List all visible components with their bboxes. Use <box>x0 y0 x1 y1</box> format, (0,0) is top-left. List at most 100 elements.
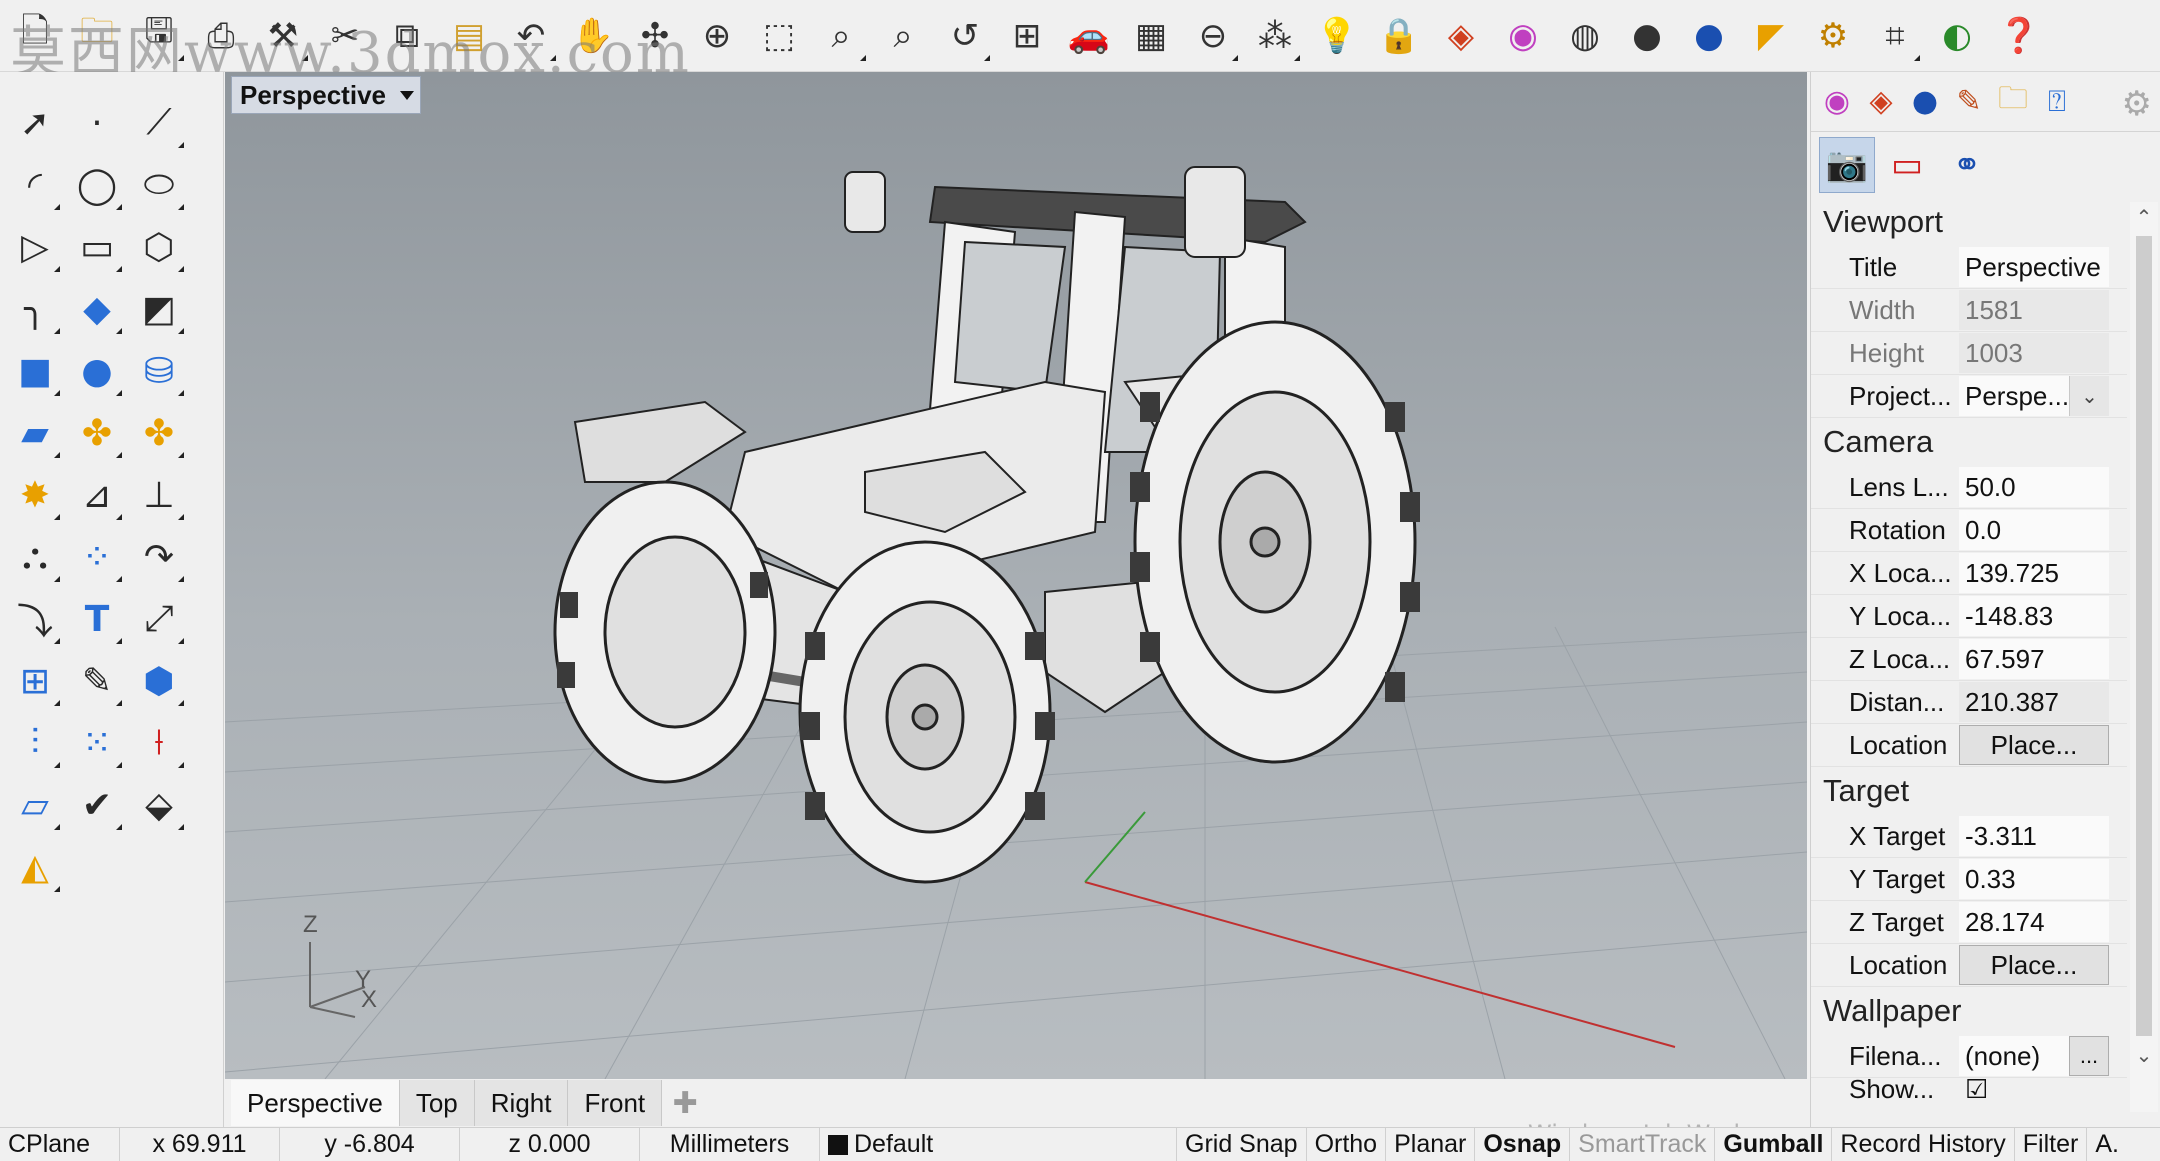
offset-icon[interactable]: ⤵ <box>6 590 64 648</box>
filter-toggle[interactable]: Filter <box>2015 1127 2088 1161</box>
color-wheel-icon[interactable]: ◉ <box>1496 9 1550 63</box>
cplane-icon[interactable]: ⊖ <box>1186 9 1240 63</box>
box-icon[interactable]: ■ <box>6 342 64 400</box>
scroll-thumb[interactable] <box>2136 236 2152 1036</box>
sphere-shaded-icon[interactable]: ● <box>1620 9 1674 63</box>
checkbox-icon[interactable]: ☑ <box>1965 1078 1988 1100</box>
copy-icon[interactable]: ⧉ <box>380 9 434 63</box>
cplane-label[interactable]: CPlane <box>0 1127 120 1161</box>
fillet-icon[interactable]: ╮ <box>6 280 64 338</box>
explode-icon[interactable]: ✸ <box>6 466 64 524</box>
point-icon[interactable]: ⁂ <box>1248 9 1302 63</box>
print-icon[interactable]: ⎙ <box>194 9 248 63</box>
sphere-blue-icon[interactable]: ● <box>1682 9 1736 63</box>
circle-icon[interactable]: ◯ <box>68 156 126 214</box>
ortho-toggle[interactable]: Ortho <box>1307 1127 1387 1161</box>
cut-icon[interactable]: ✂ <box>318 9 372 63</box>
layer-icon[interactable]: ◈ <box>1861 82 1901 122</box>
scroll-up-icon[interactable]: ⌃ <box>2130 202 2158 232</box>
puzzle-2-icon[interactable]: ✤ <box>130 404 188 462</box>
trim-icon[interactable]: ⊿ <box>68 466 126 524</box>
title-field[interactable]: Perspective <box>1959 247 2109 287</box>
projection-select[interactable]: Perspe... ⌄ <box>1959 376 2109 416</box>
tab-top[interactable]: Top <box>399 1080 475 1126</box>
lightbulb-icon[interactable]: 💡 <box>1310 9 1364 63</box>
point-icon[interactable]: · <box>68 94 126 152</box>
dots-grid-icon[interactable]: ⁙ <box>68 714 126 772</box>
dimension-icon[interactable]: ⫶ <box>6 714 64 772</box>
grid-snap-toggle[interactable]: Grid Snap <box>1177 1127 1307 1161</box>
truncated-status[interactable]: A. <box>2087 1128 2127 1161</box>
sweep-icon[interactable]: ↷ <box>130 528 188 586</box>
x-target-field[interactable]: -3.311 <box>1959 816 2109 856</box>
folder-icon[interactable]: 🗀 <box>1993 81 2033 122</box>
split-icon[interactable]: ⊥ <box>130 466 188 524</box>
rotation-field[interactable]: 0.0 <box>1959 510 2109 550</box>
render-icon[interactable]: ◭ <box>6 838 64 896</box>
lock-icon[interactable]: 🔒 <box>1372 9 1426 63</box>
tab-perspective[interactable]: Perspective <box>231 1080 400 1126</box>
color-wheel-icon[interactable]: ◉ <box>1817 82 1857 122</box>
edit-pen-icon[interactable]: ✎ <box>68 652 126 710</box>
solid-box-icon[interactable]: ⬢ <box>130 652 188 710</box>
globe-icon[interactable]: ◐ <box>1930 9 1984 63</box>
zoom-dynamic-icon[interactable]: ⊕ <box>690 9 744 63</box>
z-target-field[interactable]: 28.174 <box>1959 902 2109 942</box>
open-folder-icon[interactable]: 🗀 <box>70 9 124 63</box>
z-location-field[interactable]: 67.597 <box>1959 639 2109 679</box>
plane-surface-icon[interactable]: ▰ <box>6 404 64 462</box>
material-ball-icon[interactable]: ● <box>1905 82 1945 122</box>
units-label[interactable]: Millimeters <box>640 1127 820 1161</box>
transform-icon[interactable]: ⟊ <box>130 714 188 772</box>
chevron-down-icon[interactable]: ⌄ <box>2069 376 2109 416</box>
gumball-toggle[interactable]: Gumball <box>1715 1127 1833 1161</box>
wallpaper-filename-field[interactable]: (none) ... <box>1959 1036 2109 1076</box>
polyline-icon[interactable]: ⟋ <box>130 94 188 152</box>
scale-icon[interactable]: ⤢ <box>130 590 188 648</box>
rotate-view-icon[interactable]: ✣ <box>628 9 682 63</box>
y-location-field[interactable]: -148.83 <box>1959 596 2109 636</box>
y-target-field[interactable]: 0.33 <box>1959 859 2109 899</box>
ellipse-icon[interactable]: ⬭ <box>130 156 188 214</box>
lens-length-field[interactable]: 50.0 <box>1959 467 2109 507</box>
boolean-union-icon[interactable]: ● <box>68 342 126 400</box>
brush-icon[interactable]: ✎ <box>1949 82 1989 122</box>
undo-view-icon[interactable]: ↺ <box>938 9 992 63</box>
pan-hand-icon[interactable]: ✋ <box>566 9 620 63</box>
panel-scrollbar[interactable]: ⌃ ⌄ <box>2130 202 2158 1112</box>
new-file-icon[interactable]: 🗋 <box>8 9 62 63</box>
solid-tools-icon[interactable]: ⬙ <box>130 776 188 834</box>
cylinder-icon[interactable]: ⛁ <box>130 342 188 400</box>
gear-icon[interactable]: ⚙ <box>2122 84 2152 124</box>
zoom-selected-icon[interactable]: ⌕ <box>876 9 930 63</box>
hammer-icon[interactable]: ⚒ <box>256 9 310 63</box>
help-window-icon[interactable]: ⍰ <box>2037 82 2077 122</box>
extrude-icon[interactable]: ▱ <box>6 776 64 834</box>
polygon-icon[interactable]: ⬡ <box>130 218 188 276</box>
curve-icon[interactable]: ▷ <box>6 218 64 276</box>
four-viewports-icon[interactable]: ⊞ <box>1000 9 1054 63</box>
car-icon[interactable]: 🚗 <box>1062 9 1116 63</box>
save-icon[interactable]: 🖫 <box>132 9 186 63</box>
show-checkbox[interactable]: ☑ <box>1959 1078 2109 1100</box>
layer-indicator[interactable]: Default <box>820 1127 1177 1161</box>
settings-gear-icon[interactable]: ⚙ <box>1806 9 1860 63</box>
tab-right[interactable]: Right <box>474 1080 569 1126</box>
array-grid-icon[interactable]: ⊞ <box>6 652 64 710</box>
tab-front[interactable]: Front <box>568 1080 663 1126</box>
browse-button[interactable]: ... <box>2069 1036 2109 1076</box>
osnap-toggle[interactable]: Osnap <box>1475 1127 1571 1161</box>
target-place-button[interactable]: Place... <box>1959 945 2109 985</box>
undo-icon[interactable]: ↶ <box>504 9 558 63</box>
camera-place-button[interactable]: Place... <box>1959 725 2109 765</box>
chevron-down-icon[interactable] <box>399 91 414 100</box>
zoom-window-icon[interactable]: ⬚ <box>752 9 806 63</box>
smarttrack-toggle[interactable]: SmartTrack <box>1570 1127 1716 1161</box>
check-icon[interactable]: ✔ <box>68 776 126 834</box>
grid-plane-icon[interactable]: ▦ <box>1124 9 1178 63</box>
select-arrow-icon[interactable]: ➚ <box>6 94 64 152</box>
record-history-toggle[interactable]: Record History <box>1832 1127 2015 1161</box>
help-icon[interactable]: ❓ <box>1992 9 2046 63</box>
array-icon[interactable]: ⁘ <box>68 528 126 586</box>
distance-field[interactable]: 210.387 <box>1959 682 2109 722</box>
